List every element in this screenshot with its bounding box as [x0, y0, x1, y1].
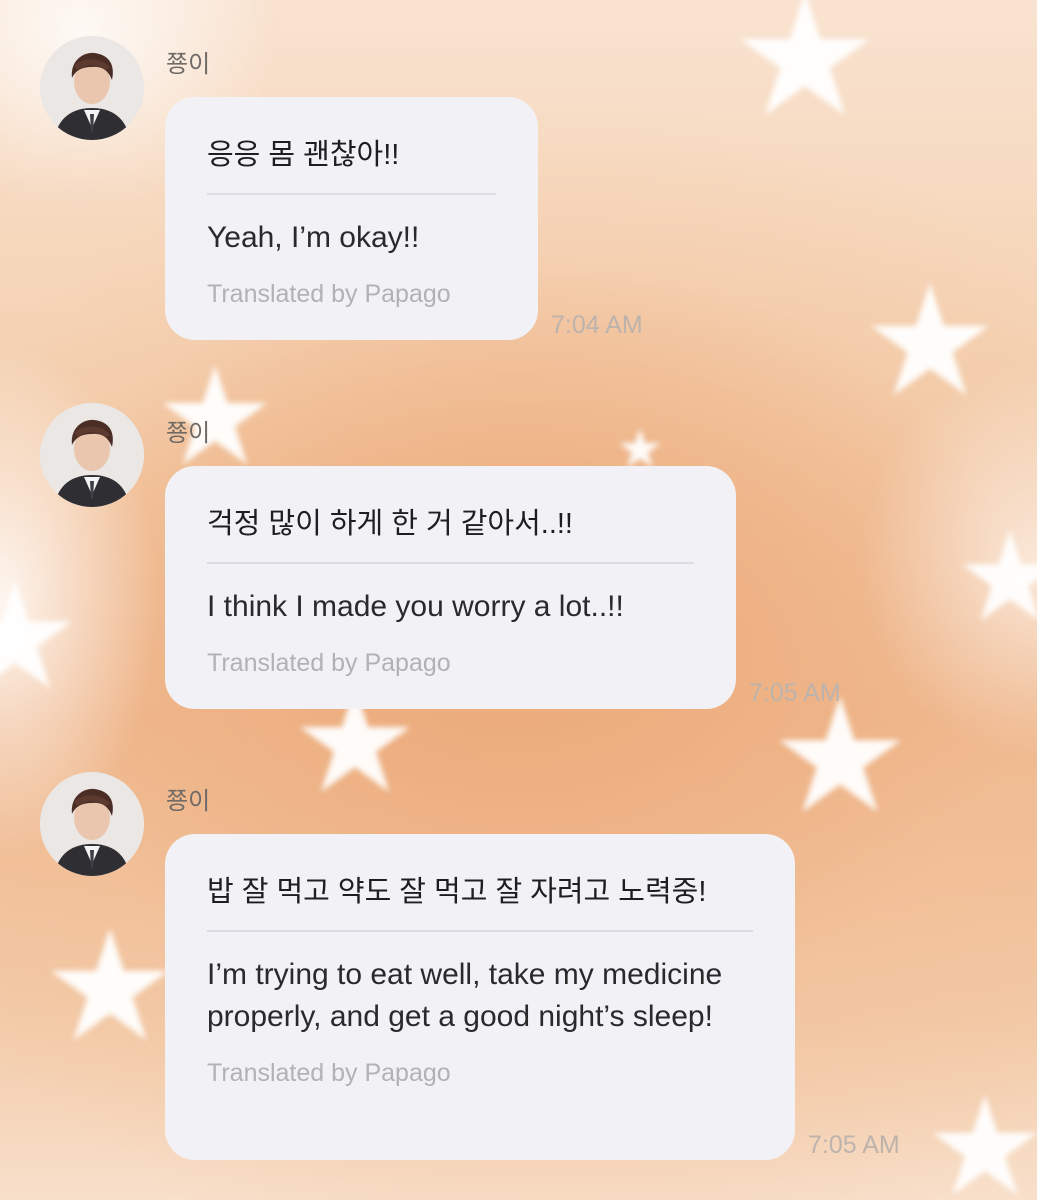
sender-name: 쭁이 — [166, 51, 211, 78]
timestamp: 7:05 AM — [808, 1131, 900, 1159]
original-text: 응응 몸 괜찮아!! — [207, 139, 400, 171]
avatar-photo-icon — [40, 403, 144, 507]
avatar[interactable] — [40, 772, 144, 876]
sender-name: 쭁이 — [166, 420, 211, 447]
original-text: 밥 잘 먹고 약도 잘 먹고 잘 자려고 노력중! — [207, 876, 707, 908]
timestamp: 7:04 AM — [551, 311, 643, 339]
avatar-photo-icon — [40, 36, 144, 140]
translated-text: I’m trying to eat well, take my medicine… — [207, 958, 723, 1033]
translation-credit: Translated by Papago — [207, 1059, 451, 1087]
sender-name: 쭁이 — [166, 788, 211, 815]
timestamp: 7:05 AM — [749, 679, 841, 707]
bubble-divider — [207, 930, 753, 932]
translated-text: Yeah, I’m okay!! — [207, 221, 420, 254]
original-text: 걱정 많이 하게 한 거 같아서..!! — [207, 508, 573, 540]
translated-text: I think I made you worry a lot..!! — [207, 590, 624, 623]
message-bubble[interactable]: 응응 몸 괜찮아!! Yeah, I’m okay!! Translated b… — [165, 97, 538, 340]
translation-credit: Translated by Papago — [207, 280, 451, 308]
message-bubble[interactable]: 걱정 많이 하게 한 거 같아서..!! I think I made you … — [165, 466, 736, 709]
avatar[interactable] — [40, 36, 144, 140]
message-bubble[interactable]: 밥 잘 먹고 약도 잘 먹고 잘 자려고 노력중! I’m trying to … — [165, 834, 795, 1160]
avatar-photo-icon — [40, 772, 144, 876]
translation-credit: Translated by Papago — [207, 649, 451, 677]
avatar[interactable] — [40, 403, 144, 507]
bubble-divider — [207, 562, 694, 564]
bubble-divider — [207, 193, 496, 195]
